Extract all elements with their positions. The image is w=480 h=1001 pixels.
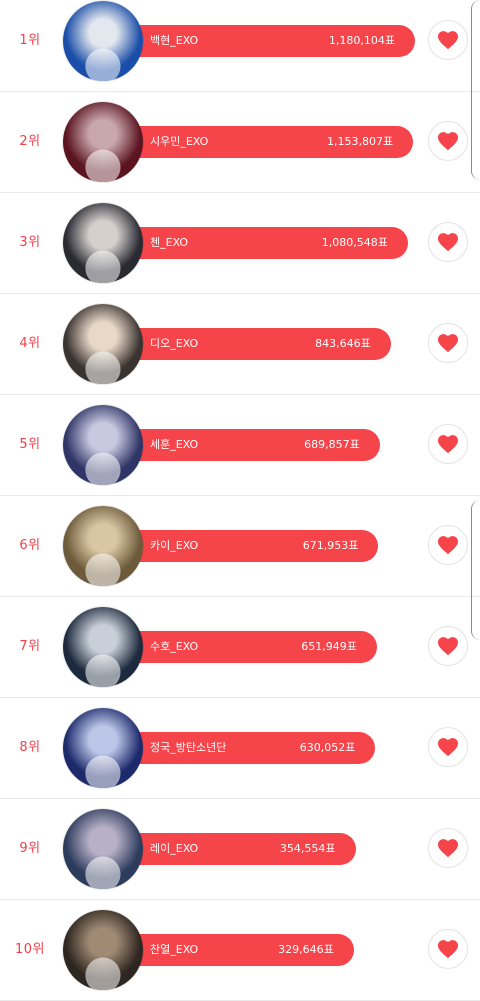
rank-label: 6위 [19,538,41,553]
vote-count: 354,554표 [279,842,336,855]
person-icon: ● [82,742,124,788]
candidate-name: 세훈_EXO [150,438,199,451]
ranking-row: 6위 카이_EXO 671,953표 ● [0,496,480,597]
heart-icon [437,939,459,959]
heart-icon [437,636,459,656]
rank-label: 5위 [19,437,41,452]
candidate-avatar[interactable]: ● [63,809,143,889]
person-icon: ● [82,237,124,283]
ranking-list: 1위 백현_EXO 1,180,104표 ● 2위 시우민_EXO 1,153,807표 ● 3… [0,0,480,1001]
person-icon: ● [82,338,124,384]
ranking-row: 7위 수호_EXO 651,949표 ● [0,597,480,698]
vote-heart-button[interactable] [428,828,468,868]
heart-icon [437,737,459,757]
rank-label: 4위 [19,336,41,351]
heart-icon [437,434,459,454]
heart-icon [437,838,459,858]
vote-bar: 세훈_EXO 689,857표 [130,429,380,461]
vote-heart-button[interactable] [428,929,468,969]
ranking-row: 5위 세훈_EXO 689,857표 ● [0,395,480,496]
candidate-name: 정국_방탄소년단 [150,741,227,754]
vote-heart-button[interactable] [428,424,468,464]
candidate-avatar[interactable]: ● [63,506,143,586]
rank-label: 10위 [14,942,45,957]
candidate-name: 카이_EXO [150,539,199,552]
candidate-avatar[interactable]: ● [63,203,143,283]
vote-bar: 백현_EXO 1,180,104표 [130,25,415,57]
vote-bar: 첸_EXO 1,080,548표 [130,227,408,259]
vote-heart-button[interactable] [428,20,468,60]
candidate-name: 백현_EXO [150,34,199,47]
vote-count: 671,953표 [302,539,359,552]
vote-count: 1,153,807표 [327,135,394,148]
vote-heart-button[interactable] [428,222,468,262]
candidate-avatar[interactable]: ● [63,405,143,485]
candidate-avatar[interactable]: ● [63,708,143,788]
vote-bar: 시우민_EXO 1,153,807표 [130,126,414,158]
vote-count: 329,646표 [278,943,334,956]
person-icon: ● [82,843,124,889]
ranking-row: 8위 정국_방탄소년단 630,052표 ● [0,698,480,799]
person-icon: ● [82,641,124,687]
candidate-avatar[interactable]: ● [63,102,143,182]
person-icon: ● [82,35,124,81]
person-icon: ● [82,439,124,485]
candidate-avatar[interactable]: ● [63,1,143,81]
vote-bar: 정국_방탄소년단 630,052표 [130,732,376,764]
rank-label: 1위 [19,33,41,48]
heart-icon [437,131,459,151]
vote-bar: 레이_EXO 354,554표 [130,833,356,865]
rank-label: 9위 [19,841,41,856]
rank-label: 8위 [19,740,41,755]
vote-bar: 디오_EXO 843,646표 [130,328,391,360]
vote-bar: 카이_EXO 671,953표 [130,530,379,562]
heart-icon [437,30,459,50]
candidate-name: 첸_EXO [150,236,189,249]
candidate-name: 찬열_EXO [150,943,199,956]
vote-count: 651,949표 [301,640,357,653]
candidate-name: 디오_EXO [150,337,199,350]
vote-heart-button[interactable] [428,525,468,565]
ranking-row: 3위 첸_EXO 1,080,548표 ● [0,193,480,294]
vote-heart-button[interactable] [428,626,468,666]
vote-bar: 찬열_EXO 329,646표 [130,934,354,966]
ranking-row: 10위 찬열_EXO 329,646표 ● [0,900,480,1001]
vote-heart-button[interactable] [428,727,468,767]
rank-label: 7위 [19,639,41,654]
candidate-name: 레이_EXO [150,842,199,855]
person-icon: ● [82,540,124,586]
candidate-avatar[interactable]: ● [63,607,143,687]
ranking-row: 2위 시우민_EXO 1,153,807표 ● [0,92,480,193]
heart-icon [437,535,459,555]
person-icon: ● [82,136,124,182]
ranking-row: 9위 레이_EXO 354,554표 ● [0,799,480,900]
ranking-row: 4위 디오_EXO 843,646표 ● [0,294,480,395]
vote-count: 1,180,104표 [328,34,395,47]
candidate-avatar[interactable]: ● [63,304,143,384]
vote-bar: 수호_EXO 651,949표 [130,631,377,663]
vote-count: 843,646표 [315,337,371,350]
candidate-name: 수호_EXO [150,640,199,653]
vote-count: 630,052표 [299,741,356,754]
vote-heart-button[interactable] [428,323,468,363]
ranking-row: 1위 백현_EXO 1,180,104표 ● [0,0,480,92]
heart-icon [437,232,459,252]
person-icon: ● [82,944,124,990]
candidate-avatar[interactable]: ● [63,910,143,990]
candidate-name: 시우민_EXO [150,135,209,148]
rank-label: 3위 [19,235,41,250]
vote-count: 1,080,548표 [321,236,388,249]
vote-heart-button[interactable] [428,121,468,161]
rank-label: 2위 [19,134,41,149]
vote-count: 689,857표 [304,438,360,451]
heart-icon [437,333,459,353]
